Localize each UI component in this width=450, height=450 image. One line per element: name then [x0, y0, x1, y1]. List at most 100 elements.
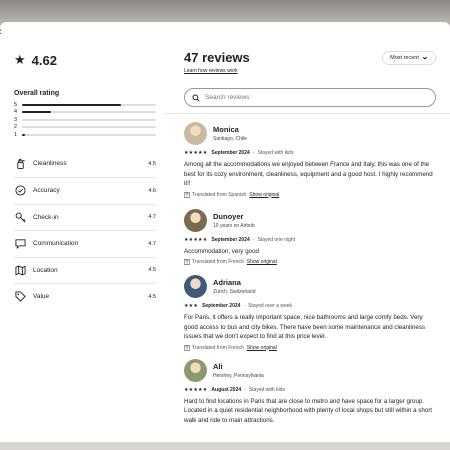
review-meta: ★★★ September 2024 · Stayed over a week — [184, 303, 436, 309]
category-row-check-in: Check-in 4.7 — [14, 203, 156, 231]
review-header: Monica Santiago, Chile — [184, 122, 436, 145]
avatar[interactable] — [184, 358, 207, 382]
rating-bar-label: 2 — [14, 124, 18, 131]
check-circle-icon — [14, 185, 26, 197]
reviews-list: Monica Santiago, Chile ★★★★★ September 2… — [184, 122, 436, 425]
rating-bar-track — [22, 111, 156, 114]
show-original-link[interactable]: Show original — [247, 345, 277, 351]
translate-icon — [184, 191, 190, 198]
translation-note: Translated from French Show original — [184, 259, 436, 265]
separator-dot: · — [252, 236, 255, 243]
translation-note: Translated from Spanish Show original — [184, 192, 436, 198]
category-value: 4.5 — [148, 293, 156, 300]
rating-bar-label: 4 — [14, 109, 18, 116]
category-row-value: Value 4.5 — [14, 283, 156, 310]
search-icon — [192, 93, 200, 102]
review-stars: ★★★★★ — [184, 236, 208, 243]
rating-bar-track — [22, 103, 156, 106]
reviews-modal: ‹ ★ 4.62 Overall rating 5 4 3 2 1 Cleanl… — [0, 22, 450, 442]
review-text: Hard to find locations in Paris that are… — [184, 397, 432, 424]
separator-dot: · — [252, 150, 255, 156]
rating-bar-track — [22, 126, 156, 129]
rating-bar-track — [22, 133, 156, 136]
reviewer-name[interactable]: Ali — [213, 362, 264, 371]
rating-bar-row: 1 — [14, 131, 156, 139]
review-stars: ★★★★★ — [184, 150, 208, 156]
tag-icon — [14, 291, 26, 303]
show-original-link[interactable]: Show original — [249, 192, 279, 198]
category-label: Location — [33, 266, 58, 274]
search-bar[interactable] — [184, 88, 436, 107]
review-item: Ali Hershey, Pennsylvania ★★★★★ August 2… — [184, 358, 436, 426]
chat-bubble-icon — [14, 238, 26, 250]
review-header: Adriana Zürich, Switzerland — [184, 275, 436, 298]
category-label: Value — [33, 293, 50, 301]
category-label: Cleanliness — [33, 160, 67, 168]
show-original-link[interactable]: Show original — [247, 259, 277, 265]
review-stars: ★★★★★ — [184, 386, 208, 393]
review-header: Ali Hershey, Pennsylvania — [184, 358, 436, 382]
reviewer-name[interactable]: Adriana — [213, 278, 256, 287]
review-date: September 2024 — [211, 236, 250, 243]
sort-label: Most recent — [390, 55, 419, 61]
review-date: August 2024 — [211, 386, 242, 393]
category-row-cleanliness: Cleanliness 4.5 — [14, 151, 156, 178]
star-icon: ★ — [14, 52, 26, 67]
translation-label: Translated from French — [192, 259, 244, 265]
key-icon — [14, 211, 26, 223]
close-button[interactable]: ‹ — [0, 26, 10, 38]
reviewer-subtitle: Zürich, Switzerland — [213, 289, 256, 295]
learn-how-reviews-work-link[interactable]: Learn how reviews work — [184, 68, 436, 74]
review-text: For Paris, it offers a really important … — [184, 314, 426, 340]
stay-type: Stayed one night — [257, 236, 295, 243]
score-value: 4.62 — [31, 52, 57, 68]
reviews-panel: 47 reviews Learn how reviews work Most r… — [164, 50, 450, 425]
sort-dropdown[interactable]: Most recent — [382, 51, 436, 65]
category-label: Accuracy — [33, 187, 60, 195]
reviewer-subtitle: Hershey, Pennsylvania — [213, 372, 264, 379]
rating-bar-label: 3 — [14, 116, 18, 123]
rating-bar-row: 5 — [14, 101, 156, 109]
avatar[interactable] — [184, 208, 207, 232]
stay-type: Stayed over a week — [248, 303, 293, 309]
category-label: Communication — [33, 240, 79, 248]
rating-bar-row: 3 — [14, 116, 156, 124]
review-meta: ★★★★★ September 2024 · Stayed with kids — [184, 150, 436, 156]
search-input[interactable] — [205, 94, 405, 101]
review-item: Adriana Zürich, Switzerland ★★★ Septembe… — [184, 275, 436, 351]
rating-bar-fill — [22, 103, 122, 106]
reviewer-subtitle: 10 years on Airbnb — [213, 222, 255, 229]
review-date: September 2024 — [211, 150, 250, 156]
avatar[interactable] — [184, 122, 207, 145]
reviewer-subtitle: Santiago, Chile — [213, 136, 247, 142]
spray-bottle-icon — [14, 158, 26, 170]
chevron-down-icon — [422, 56, 427, 60]
review-stars: ★★★ — [184, 303, 199, 309]
overall-rating-label: Overall rating — [14, 90, 60, 97]
review-text: Accommodation, very good — [184, 247, 259, 255]
avatar[interactable] — [184, 275, 207, 298]
reviewer-name[interactable]: Dunoyer — [213, 212, 255, 221]
category-value: 4.5 — [148, 160, 156, 167]
category-value: 4.7 — [148, 214, 156, 221]
review-meta: ★★★★★ August 2024 · Stayed with kids — [184, 387, 436, 393]
rating-bar-row: 2 — [14, 124, 156, 132]
rating-summary: ★ 4.62 Overall rating 5 4 3 2 1 Cleanlin… — [14, 52, 156, 310]
rating-bar-track — [22, 118, 156, 121]
category-ratings: Cleanliness 4.5 Accuracy 4.6 Check-in 4.… — [14, 151, 156, 310]
review-header: Dunoyer 10 years on Airbnb — [184, 208, 436, 232]
translation-note: Translated from French Show original — [184, 345, 436, 351]
divider — [164, 113, 450, 114]
stay-type: Stayed with kids — [248, 386, 285, 393]
separator-dot: · — [243, 303, 246, 309]
translate-icon — [184, 259, 190, 265]
category-row-accuracy: Accuracy 4.6 — [14, 177, 156, 204]
translation-label: Translated from French — [192, 344, 244, 351]
rating-bar-label: 1 — [14, 131, 18, 138]
rating-bar-fill — [22, 133, 25, 136]
reviewer-name[interactable]: Monica — [213, 125, 247, 134]
category-label: Check-in — [33, 213, 59, 221]
category-row-communication: Communication 4.7 — [14, 230, 156, 257]
rating-bar-label: 5 — [14, 101, 18, 108]
category-value: 4.7 — [148, 240, 156, 247]
